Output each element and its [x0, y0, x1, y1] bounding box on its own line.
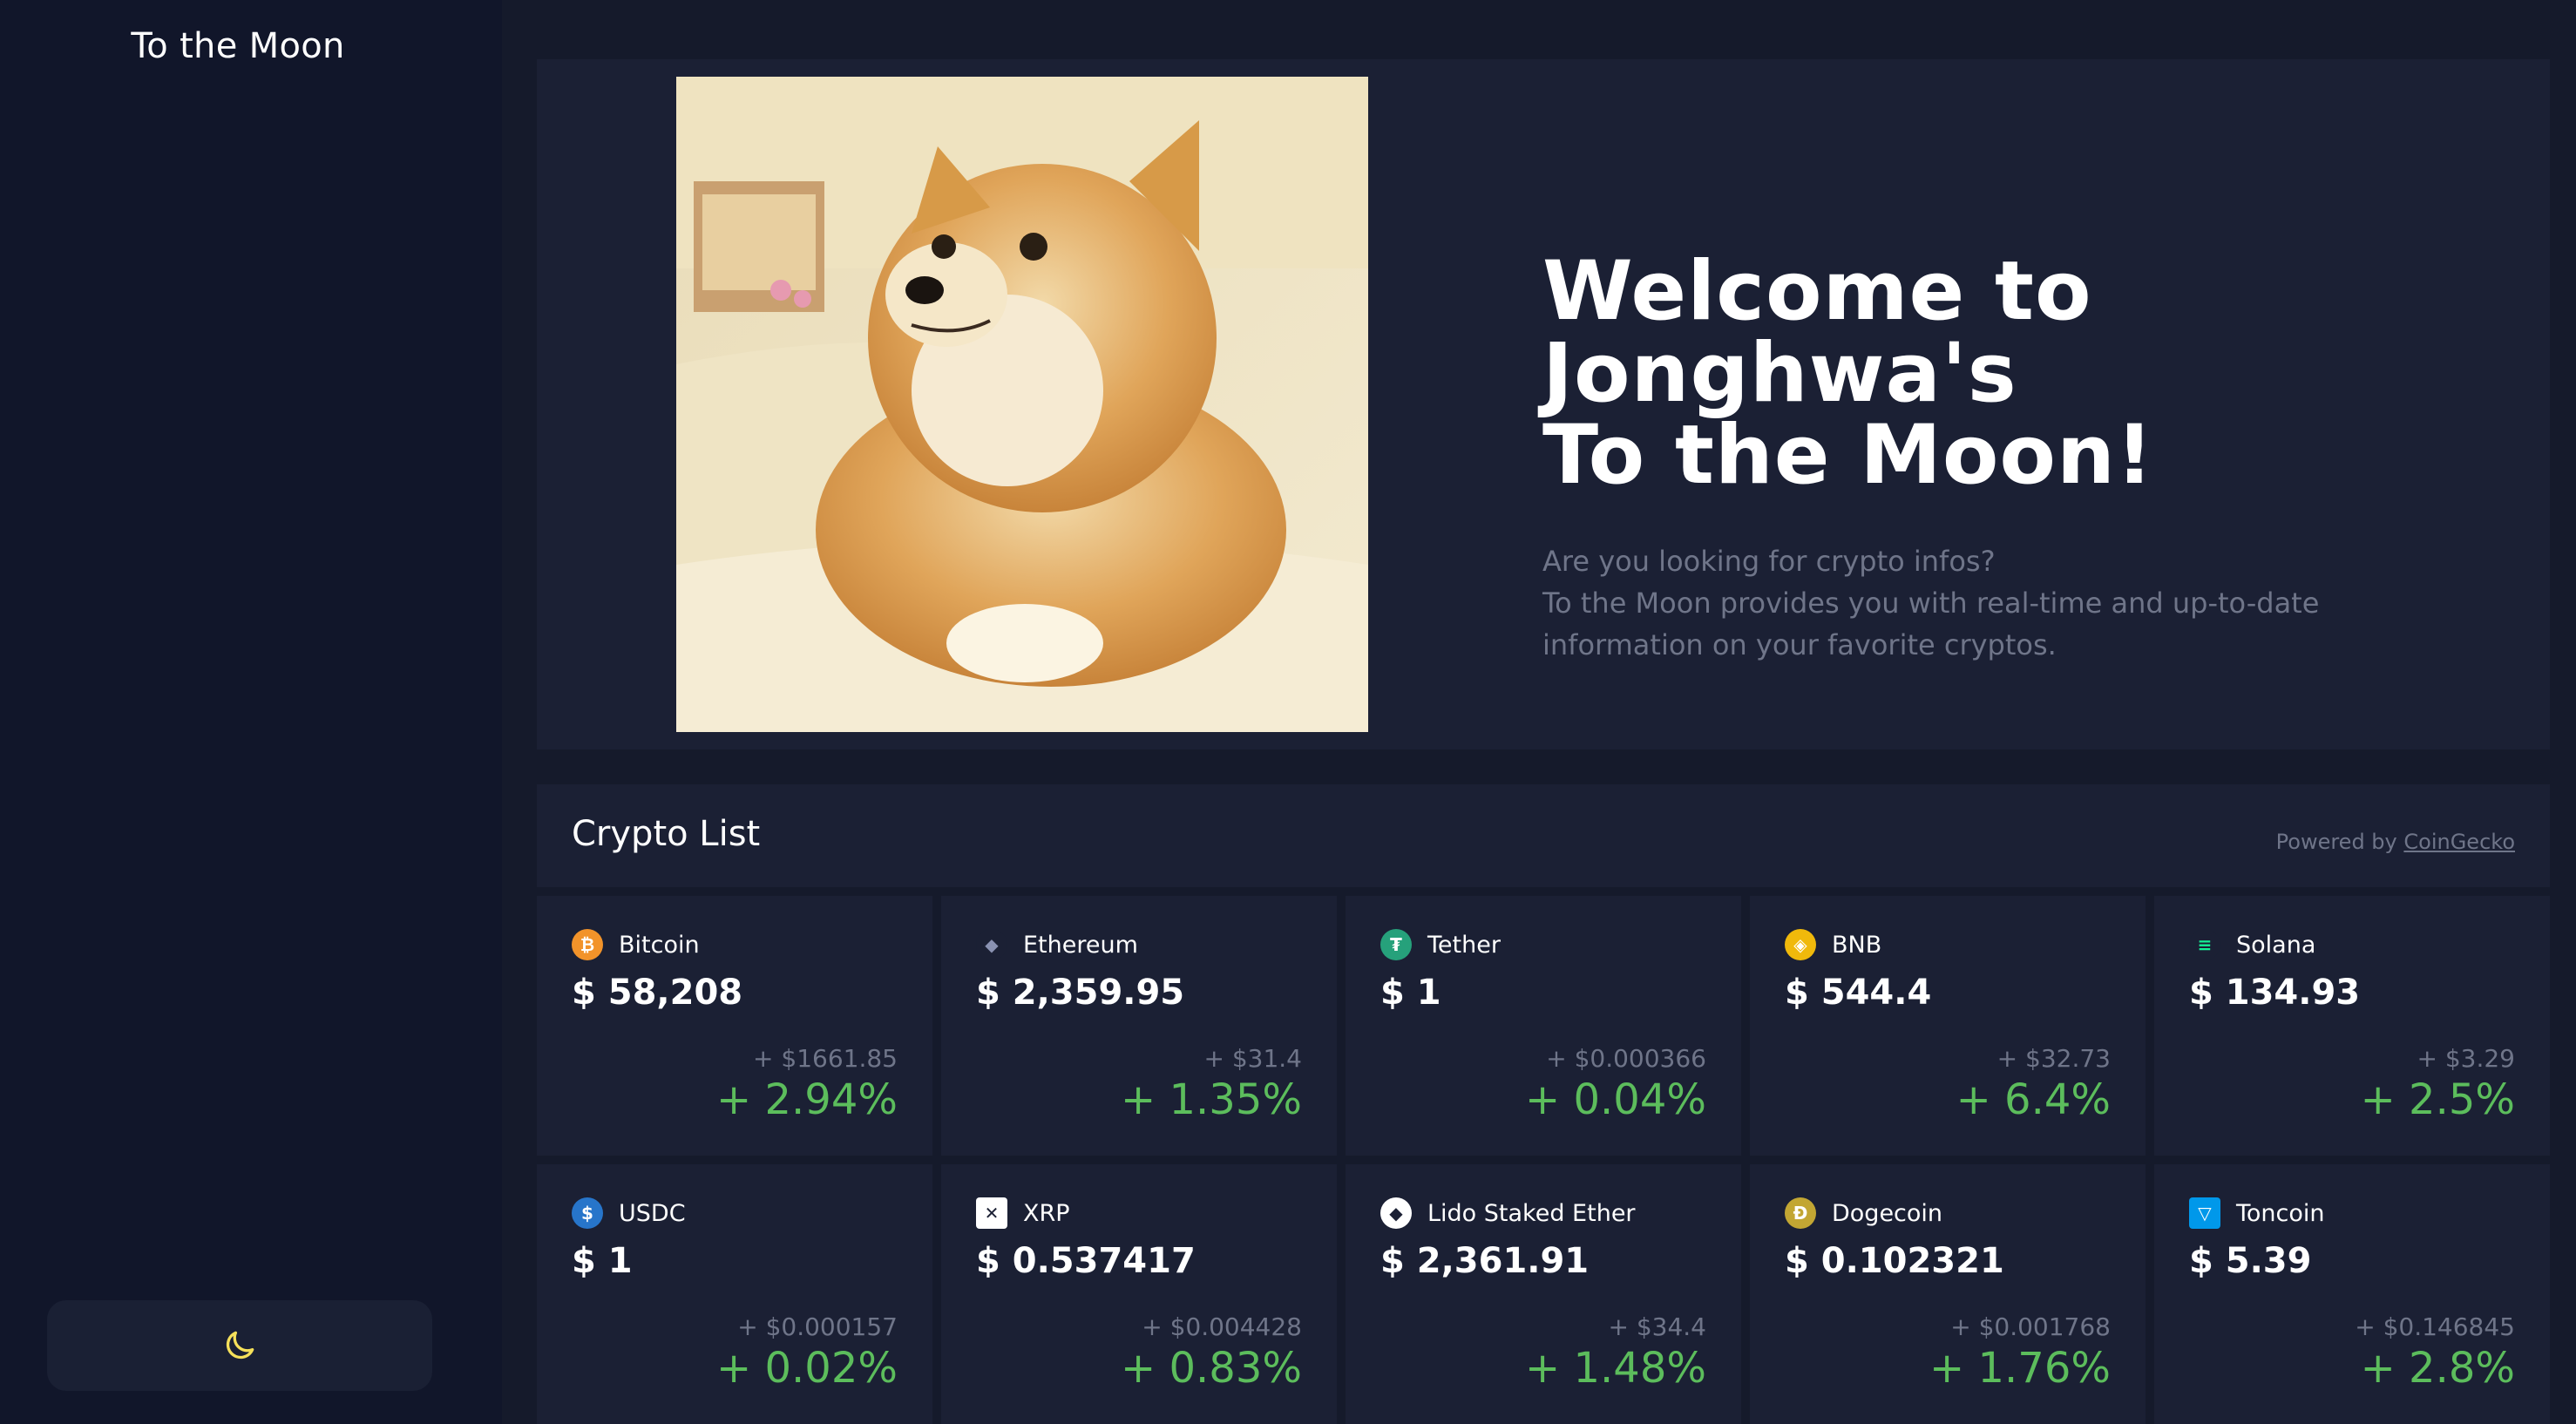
coin-percent-change: + 2.8% — [2360, 1344, 2515, 1393]
coin-percent-change: + 0.04% — [1525, 1075, 1706, 1124]
crypto-grid: ₿ Bitcoin $ 58,208 + $1661.85 + 2.94% ◆ Ethere… — [537, 896, 2550, 1424]
powered-by: Powered by CoinGecko — [2276, 830, 2515, 854]
solana-icon: ≡ — [2189, 929, 2220, 960]
coin-price: $ 5.39 — [2189, 1241, 2312, 1281]
coin-name: Toncoin — [2236, 1199, 2325, 1227]
coin-card[interactable]: ₿ Bitcoin $ 58,208 + $1661.85 + 2.94% — [537, 896, 932, 1156]
coin-name: Lido Staked Ether — [1427, 1199, 1636, 1227]
coin-header: Ð Dogecoin — [1785, 1197, 1942, 1229]
coin-price-change: + $0.004428 — [1142, 1312, 1302, 1341]
lido-icon: ◆ — [1380, 1197, 1412, 1229]
coin-percent-change: + 0.02% — [716, 1344, 898, 1393]
coingecko-link[interactable]: CoinGecko — [2403, 830, 2515, 854]
coin-price-change: + $0.146845 — [2355, 1312, 2515, 1341]
coin-price: $ 0.537417 — [976, 1241, 1196, 1281]
coin-percent-change: + 1.35% — [1121, 1075, 1302, 1124]
hero-subtitle: Are you looking for crypto infos? To the… — [1542, 545, 2320, 661]
coin-name: Ethereum — [1023, 931, 1138, 959]
coin-percent-change: + 0.83% — [1121, 1344, 1302, 1393]
sidebar: To the Moon — [0, 0, 502, 1424]
hero-title: Welcome to Jonghwa's To the Moon! — [1542, 244, 2154, 503]
coin-price: $ 544.4 — [1785, 973, 1932, 1013]
coin-price: $ 1 — [1380, 973, 1441, 1013]
coin-card[interactable]: $ USDC $ 1 + $0.000157 + 0.02% — [537, 1164, 932, 1424]
coin-name: Dogecoin — [1832, 1199, 1943, 1227]
coin-card[interactable]: ◈ BNB $ 544.4 + $32.73 + 6.4% — [1750, 896, 2146, 1156]
coin-percent-change: + 2.94% — [716, 1075, 898, 1124]
toncoin-icon: ▽ — [2189, 1197, 2220, 1229]
coin-card[interactable]: ▽ Toncoin $ 5.39 + $0.146845 + 2.8% — [2154, 1164, 2550, 1424]
coin-header: ▽ Toncoin — [2189, 1197, 2325, 1229]
coin-name: Solana — [2236, 931, 2316, 959]
coin-percent-change: + 6.4% — [1956, 1075, 2111, 1124]
coin-header: ✕ XRP — [976, 1197, 1070, 1229]
coin-price-change: + $32.73 — [1996, 1044, 2111, 1073]
coin-price: $ 2,361.91 — [1380, 1241, 1590, 1281]
app: To the Moon Welcome to Jonghwa's To the … — [0, 0, 2576, 1424]
bnb-icon: ◈ — [1785, 929, 1816, 960]
crypto-list-title: Crypto List — [572, 814, 761, 854]
coin-header: ◆ Lido Staked Ether — [1380, 1197, 1636, 1229]
usdc-icon: $ — [572, 1197, 603, 1229]
coin-header: ◈ BNB — [1785, 929, 1881, 960]
coin-price-change: + $3.29 — [2417, 1044, 2515, 1073]
moon-icon — [226, 1331, 254, 1360]
coin-header: $ USDC — [572, 1197, 686, 1229]
coin-price: $ 1 — [572, 1241, 633, 1281]
coin-card[interactable]: Ð Dogecoin $ 0.102321 + $0.001768 + 1.76% — [1750, 1164, 2146, 1424]
hero-text: Welcome to Jonghwa's To the Moon! Are yo… — [1542, 251, 2501, 666]
hero-banner: Welcome to Jonghwa's To the Moon! Are yo… — [537, 59, 2550, 749]
xrp-icon: ✕ — [976, 1197, 1007, 1229]
coin-percent-change: + 1.48% — [1525, 1344, 1706, 1393]
tether-icon: ₮ — [1380, 929, 1412, 960]
coin-card[interactable]: ₮ Tether $ 1 + $0.000366 + 0.04% — [1346, 896, 1741, 1156]
coin-price: $ 0.102321 — [1785, 1241, 2004, 1281]
crypto-list-header: Crypto List Powered by CoinGecko — [537, 784, 2550, 887]
ethereum-icon: ◆ — [976, 929, 1007, 960]
coin-price: $ 2,359.95 — [976, 973, 1185, 1013]
coin-price: $ 58,208 — [572, 973, 743, 1013]
theme-toggle-button[interactable] — [47, 1300, 432, 1391]
coin-price-change: + $0.000366 — [1546, 1044, 1706, 1073]
coin-name: USDC — [619, 1199, 686, 1227]
coin-name: Tether — [1427, 931, 1501, 959]
coin-card[interactable]: ◆ Ethereum $ 2,359.95 + $31.4 + 1.35% — [941, 896, 1337, 1156]
coin-price-change: + $1661.85 — [753, 1044, 898, 1073]
coin-card[interactable]: ≡ Solana $ 134.93 + $3.29 + 2.5% — [2154, 896, 2550, 1156]
coin-price-change: + $0.001768 — [1950, 1312, 2111, 1341]
coin-price-change: + $31.4 — [1203, 1044, 1302, 1073]
coin-name: BNB — [1832, 931, 1882, 959]
coin-card[interactable]: ◆ Lido Staked Ether $ 2,361.91 + $34.4 + 1.4… — [1346, 1164, 1741, 1424]
bitcoin-icon: ₿ — [572, 929, 603, 960]
coin-price-change: + $34.4 — [1608, 1312, 1706, 1341]
hero-dog-image — [676, 77, 1368, 732]
dogecoin-icon: Ð — [1785, 1197, 1816, 1229]
main-content: Welcome to Jonghwa's To the Moon! Are yo… — [502, 0, 2576, 1424]
coin-name: XRP — [1023, 1199, 1070, 1227]
coin-header: ◆ Ethereum — [976, 929, 1138, 960]
coin-card[interactable]: ✕ XRP $ 0.537417 + $0.004428 + 0.83% — [941, 1164, 1337, 1424]
coin-header: ₮ Tether — [1380, 929, 1501, 960]
coin-percent-change: + 1.76% — [1929, 1344, 2111, 1393]
coin-price: $ 134.93 — [2189, 973, 2361, 1013]
coin-price-change: + $0.000157 — [737, 1312, 898, 1341]
coin-header: ≡ Solana — [2189, 929, 2315, 960]
powered-by-label: Powered by — [2275, 830, 2397, 854]
brand-title[interactable]: To the Moon — [0, 26, 476, 66]
coin-percent-change: + 2.5% — [2360, 1075, 2515, 1124]
coin-header: ₿ Bitcoin — [572, 929, 700, 960]
coin-name: Bitcoin — [619, 931, 700, 959]
